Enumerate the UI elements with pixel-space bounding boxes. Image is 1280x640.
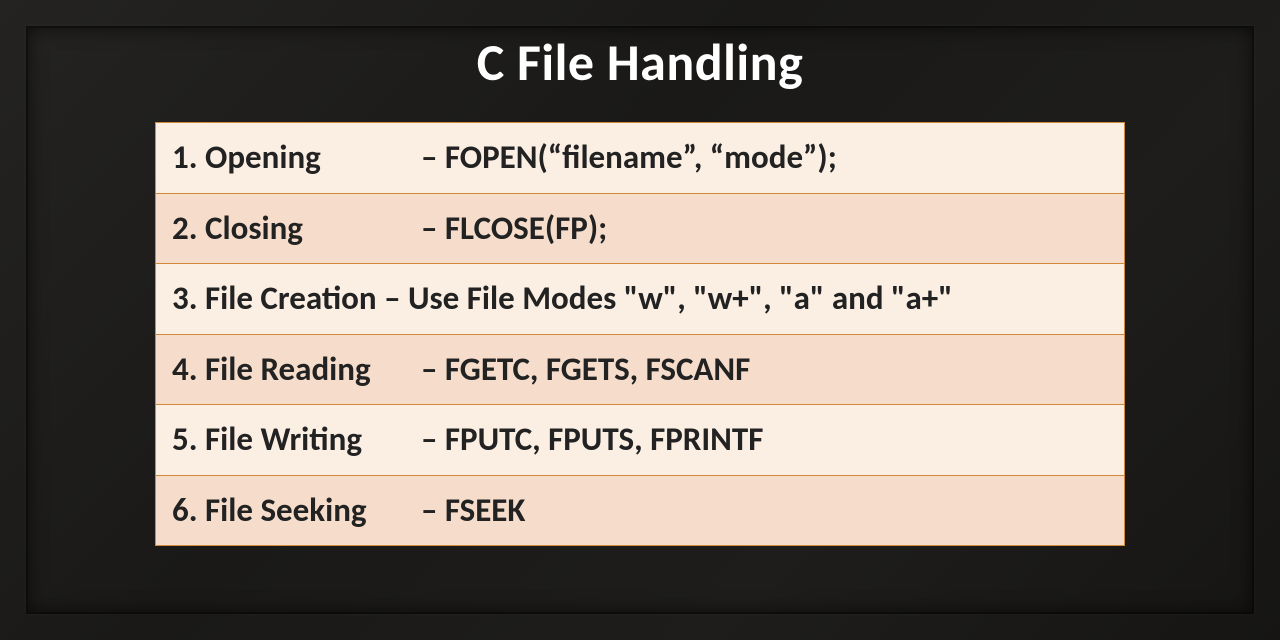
slide: C File Handling 1. Opening – FOPEN(“file… [0, 0, 1280, 640]
row-topic: File Reading [205, 349, 371, 389]
file-handling-table: 1. Opening – FOPEN(“filename”, “mode”); … [155, 122, 1125, 546]
row-label: 6. File Seeking [156, 476, 421, 546]
row-detail: – FOPEN(“filename”, “mode”); [421, 123, 1124, 193]
row-topic: Closing [205, 208, 303, 248]
row-num: 1. [172, 137, 198, 177]
row-detail: – FSEEK [421, 476, 1124, 546]
table-row: 4. File Reading – FGETC, FGETS, FSCANF [156, 334, 1124, 405]
row-num: 4. [172, 349, 198, 389]
table-row: 2. Closing – FLCOSE(FP); [156, 193, 1124, 264]
row-detail: – FLCOSE(FP); [421, 194, 1124, 264]
slide-title: C File Handling [477, 30, 804, 94]
table-row: 5. File Writing – FPUTC, FPUTS, FPRINTF [156, 404, 1124, 475]
row-num: 5. [172, 419, 198, 459]
row-detail: – FPUTC, FPUTS, FPRINTF [421, 405, 1124, 475]
row-label: 2. Closing [156, 194, 421, 264]
table-row: 1. Opening – FOPEN(“filename”, “mode”); [156, 123, 1124, 193]
row-num: 2. [172, 208, 198, 248]
row-full: 3. File Creation – Use File Modes "w", "… [156, 264, 1124, 334]
table-row: 6. File Seeking – FSEEK [156, 475, 1124, 546]
table-row: 3. File Creation – Use File Modes "w", "… [156, 263, 1124, 334]
row-topic: File Seeking [205, 490, 367, 530]
row-num: 6. [172, 490, 198, 530]
row-label: 5. File Writing [156, 405, 421, 475]
row-topic: File Writing [205, 419, 362, 459]
row-label: 4. File Reading [156, 335, 421, 405]
row-detail: – FGETC, FGETS, FSCANF [421, 335, 1124, 405]
row-label: 1. Opening [156, 123, 421, 193]
row-topic: Opening [205, 137, 321, 177]
